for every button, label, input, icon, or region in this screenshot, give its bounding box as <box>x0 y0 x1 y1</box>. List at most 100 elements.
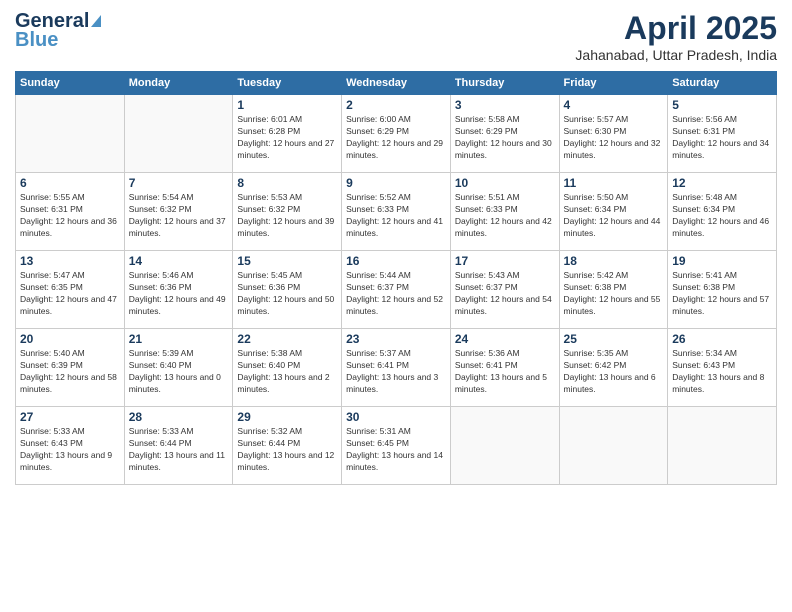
day-number: 6 <box>20 176 120 190</box>
week-row-3: 20 Sunrise: 5:40 AM Sunset: 6:39 PM Dayli… <box>16 329 777 407</box>
day-cell <box>559 407 668 485</box>
day-info: Sunrise: 5:34 AM Sunset: 6:43 PM Dayligh… <box>672 348 772 396</box>
day-cell: 29Sunrise: 5:32 AM Sunset: 6:44 PM Dayli… <box>233 407 342 485</box>
day-cell: 7 Sunrise: 5:54 AM Sunset: 6:32 PM Daylig… <box>124 173 233 251</box>
day-number: 12 <box>672 176 772 190</box>
day-number: 15 <box>237 254 337 268</box>
title-area: April 2025 Jahanabad, Uttar Pradesh, Ind… <box>575 10 777 63</box>
week-row-1: 6Sunrise: 5:55 AM Sunset: 6:31 PM Daylig… <box>16 173 777 251</box>
day-number: 29 <box>237 410 337 424</box>
day-info: Sunrise: 5:45 AM Sunset: 6:36 PM Dayligh… <box>237 270 337 318</box>
day-cell: 20 Sunrise: 5:40 AM Sunset: 6:39 PM Dayli… <box>16 329 125 407</box>
day-info: Sunrise: 5:46 AM Sunset: 6:36 PM Dayligh… <box>129 270 229 318</box>
day-info: Sunrise: 5:42 AM Sunset: 6:38 PM Dayligh… <box>564 270 664 318</box>
day-cell <box>16 95 125 173</box>
header: General Blue April 2025 Jahanabad, Uttar… <box>15 10 777 63</box>
day-number: 18 <box>564 254 664 268</box>
day-info: Sunrise: 5:54 AM Sunset: 6:32 PM Dayligh… <box>129 192 229 240</box>
day-info: Sunrise: 5:39 AM Sunset: 6:40 PM Dayligh… <box>129 348 229 396</box>
day-info: Sunrise: 5:50 AM Sunset: 6:34 PM Dayligh… <box>564 192 664 240</box>
week-row-0: 1 Sunrise: 6:01 AM Sunset: 6:28 PM Daylig… <box>16 95 777 173</box>
day-cell: 5 Sunrise: 5:56 AM Sunset: 6:31 PM Daylig… <box>668 95 777 173</box>
day-number: 22 <box>237 332 337 346</box>
day-info: Sunrise: 5:31 AM Sunset: 6:45 PM Dayligh… <box>346 426 446 474</box>
day-info: Sunrise: 5:58 AM Sunset: 6:29 PM Dayligh… <box>455 114 555 162</box>
day-cell: 6Sunrise: 5:55 AM Sunset: 6:31 PM Daylig… <box>16 173 125 251</box>
day-cell: 2 Sunrise: 6:00 AM Sunset: 6:29 PM Daylig… <box>342 95 451 173</box>
day-number: 3 <box>455 98 555 112</box>
day-info: Sunrise: 5:37 AM Sunset: 6:41 PM Dayligh… <box>346 348 446 396</box>
day-number: 19 <box>672 254 772 268</box>
day-cell: 16 Sunrise: 5:44 AM Sunset: 6:37 PM Dayli… <box>342 251 451 329</box>
day-info: Sunrise: 5:43 AM Sunset: 6:37 PM Dayligh… <box>455 270 555 318</box>
day-info: Sunrise: 5:33 AM Sunset: 6:44 PM Dayligh… <box>129 426 229 474</box>
day-number: 13 <box>20 254 120 268</box>
day-cell: 13 Sunrise: 5:47 AM Sunset: 6:35 PM Dayli… <box>16 251 125 329</box>
day-info: Sunrise: 5:38 AM Sunset: 6:40 PM Dayligh… <box>237 348 337 396</box>
day-number: 30 <box>346 410 446 424</box>
day-number: 9 <box>346 176 446 190</box>
day-number: 10 <box>455 176 555 190</box>
day-cell: 14 Sunrise: 5:46 AM Sunset: 6:36 PM Dayli… <box>124 251 233 329</box>
calendar-table: SundayMondayTuesdayWednesdayThursdayFrid… <box>15 71 777 485</box>
day-info: Sunrise: 5:47 AM Sunset: 6:35 PM Dayligh… <box>20 270 120 318</box>
day-number: 24 <box>455 332 555 346</box>
day-info: Sunrise: 5:33 AM Sunset: 6:43 PM Dayligh… <box>20 426 120 474</box>
day-cell: 4Sunrise: 5:57 AM Sunset: 6:30 PM Daylig… <box>559 95 668 173</box>
day-info: Sunrise: 5:36 AM Sunset: 6:41 PM Dayligh… <box>455 348 555 396</box>
day-cell: 11Sunrise: 5:50 AM Sunset: 6:34 PM Dayli… <box>559 173 668 251</box>
month-title: April 2025 <box>575 10 777 47</box>
day-info: Sunrise: 6:01 AM Sunset: 6:28 PM Dayligh… <box>237 114 337 162</box>
day-info: Sunrise: 5:52 AM Sunset: 6:33 PM Dayligh… <box>346 192 446 240</box>
day-number: 23 <box>346 332 446 346</box>
day-number: 14 <box>129 254 229 268</box>
day-number: 5 <box>672 98 772 112</box>
day-number: 7 <box>129 176 229 190</box>
header-cell-thursday: Thursday <box>450 72 559 95</box>
day-number: 20 <box>20 332 120 346</box>
day-number: 17 <box>455 254 555 268</box>
day-info: Sunrise: 5:51 AM Sunset: 6:33 PM Dayligh… <box>455 192 555 240</box>
day-info: Sunrise: 5:44 AM Sunset: 6:37 PM Dayligh… <box>346 270 446 318</box>
day-info: Sunrise: 5:41 AM Sunset: 6:38 PM Dayligh… <box>672 270 772 318</box>
day-info: Sunrise: 5:48 AM Sunset: 6:34 PM Dayligh… <box>672 192 772 240</box>
day-cell: 18 Sunrise: 5:42 AM Sunset: 6:38 PM Dayli… <box>559 251 668 329</box>
day-cell: 23 Sunrise: 5:37 AM Sunset: 6:41 PM Dayli… <box>342 329 451 407</box>
week-row-4: 27 Sunrise: 5:33 AM Sunset: 6:43 PM Dayli… <box>16 407 777 485</box>
header-cell-sunday: Sunday <box>16 72 125 95</box>
day-info: Sunrise: 5:56 AM Sunset: 6:31 PM Dayligh… <box>672 114 772 162</box>
day-cell: 10 Sunrise: 5:51 AM Sunset: 6:33 PM Dayli… <box>450 173 559 251</box>
logo-triangle <box>91 15 101 27</box>
day-number: 28 <box>129 410 229 424</box>
header-cell-tuesday: Tuesday <box>233 72 342 95</box>
header-cell-friday: Friday <box>559 72 668 95</box>
day-cell <box>450 407 559 485</box>
day-info: Sunrise: 5:53 AM Sunset: 6:32 PM Dayligh… <box>237 192 337 240</box>
week-row-2: 13 Sunrise: 5:47 AM Sunset: 6:35 PM Dayli… <box>16 251 777 329</box>
day-cell: 17 Sunrise: 5:43 AM Sunset: 6:37 PM Dayli… <box>450 251 559 329</box>
day-cell: 22 Sunrise: 5:38 AM Sunset: 6:40 PM Dayli… <box>233 329 342 407</box>
day-number: 4 <box>564 98 664 112</box>
day-info: Sunrise: 5:40 AM Sunset: 6:39 PM Dayligh… <box>20 348 120 396</box>
header-cell-wednesday: Wednesday <box>342 72 451 95</box>
day-cell: 21Sunrise: 5:39 AM Sunset: 6:40 PM Dayli… <box>124 329 233 407</box>
day-number: 8 <box>237 176 337 190</box>
day-number: 1 <box>237 98 337 112</box>
location: Jahanabad, Uttar Pradesh, India <box>575 47 777 63</box>
day-number: 27 <box>20 410 120 424</box>
day-number: 2 <box>346 98 446 112</box>
day-cell: 8 Sunrise: 5:53 AM Sunset: 6:32 PM Daylig… <box>233 173 342 251</box>
header-cell-saturday: Saturday <box>668 72 777 95</box>
day-info: Sunrise: 6:00 AM Sunset: 6:29 PM Dayligh… <box>346 114 446 162</box>
day-cell <box>668 407 777 485</box>
header-cell-monday: Monday <box>124 72 233 95</box>
day-cell: 15 Sunrise: 5:45 AM Sunset: 6:36 PM Dayli… <box>233 251 342 329</box>
day-number: 26 <box>672 332 772 346</box>
day-cell: 12 Sunrise: 5:48 AM Sunset: 6:34 PM Dayli… <box>668 173 777 251</box>
day-number: 25 <box>564 332 664 346</box>
day-number: 16 <box>346 254 446 268</box>
day-cell: 24 Sunrise: 5:36 AM Sunset: 6:41 PM Dayli… <box>450 329 559 407</box>
day-info: Sunrise: 5:35 AM Sunset: 6:42 PM Dayligh… <box>564 348 664 396</box>
day-cell: 3 Sunrise: 5:58 AM Sunset: 6:29 PM Daylig… <box>450 95 559 173</box>
day-cell: 30 Sunrise: 5:31 AM Sunset: 6:45 PM Dayli… <box>342 407 451 485</box>
